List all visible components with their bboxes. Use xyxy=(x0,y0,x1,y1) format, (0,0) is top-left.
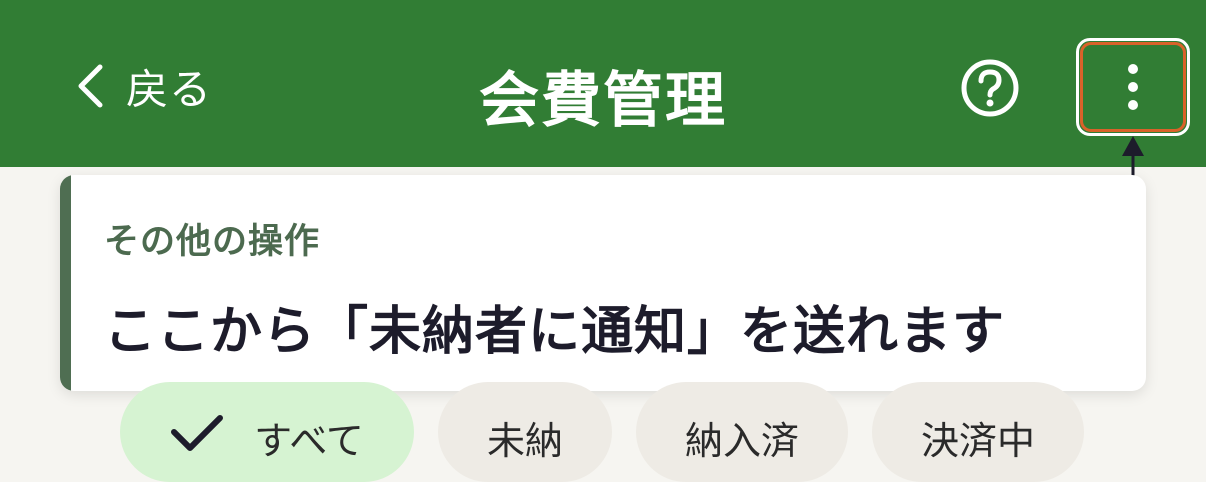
chevron-left-icon xyxy=(76,64,104,108)
filter-chip-label: すべて xyxy=(254,419,364,463)
filter-chip-unpaid[interactable]: 未納 xyxy=(438,382,612,482)
back-label: 戻る xyxy=(126,64,213,114)
filter-chip-processing[interactable]: 決済中 xyxy=(872,382,1084,482)
filter-chip-paid[interactable]: 納入済 xyxy=(636,382,848,482)
page-title: 会費管理 xyxy=(479,66,727,136)
filter-chip-all[interactable]: すべて xyxy=(120,382,414,482)
filter-chip-label: 納入済 xyxy=(684,419,799,463)
help-button[interactable] xyxy=(960,58,1020,118)
tooltip-accent-bar xyxy=(60,175,71,391)
coach-mark-tooltip: その他の操作 ここから「未納者に通知」を送れます xyxy=(60,175,1146,391)
filter-chip-label: 決済中 xyxy=(920,419,1035,463)
more-options-button[interactable] xyxy=(1076,38,1190,136)
back-button[interactable]: 戻る xyxy=(76,54,212,118)
app-bar: 戻る 会費管理 xyxy=(0,0,1206,167)
check-icon xyxy=(170,414,224,463)
help-circle-icon xyxy=(960,59,1020,122)
tooltip-message: ここから「未納者に通知」を送れます xyxy=(104,302,1006,362)
filter-chip-label: 未納 xyxy=(486,419,563,463)
tooltip-heading: その他の操作 xyxy=(104,222,321,262)
